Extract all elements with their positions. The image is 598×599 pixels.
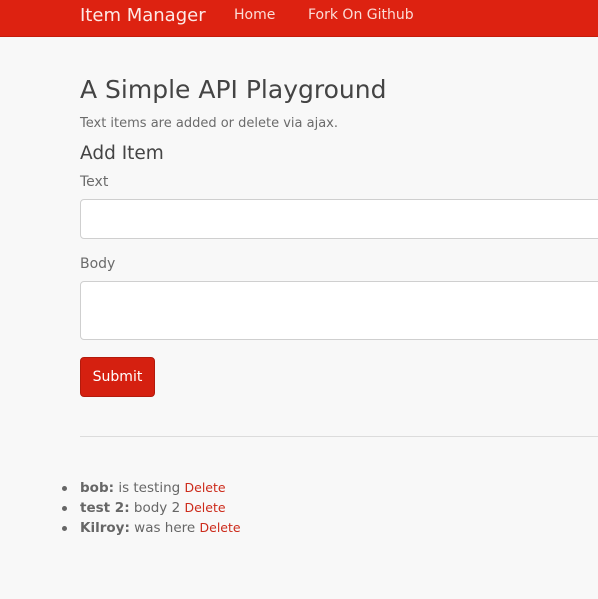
item-list: bob: is testing Delete test 2: body 2 De… xyxy=(62,478,241,538)
list-item: test 2: body 2 Delete xyxy=(62,498,241,518)
top-navbar: Item Manager Home Fork On Github xyxy=(0,0,598,37)
bullet-icon xyxy=(62,506,67,511)
item-name: Kilroy: xyxy=(80,520,130,536)
divider xyxy=(80,436,598,437)
submit-button[interactable]: Submit xyxy=(80,357,155,397)
item-name: bob: xyxy=(80,480,115,496)
item-text: was here xyxy=(134,520,196,536)
item-text: is testing xyxy=(118,480,181,496)
nav-fork-on-github-link[interactable]: Fork On Github xyxy=(308,7,414,23)
item-name: test 2: xyxy=(80,500,130,516)
bullet-icon xyxy=(62,526,67,531)
text-field-label: Text xyxy=(80,174,109,190)
list-item: Kilroy: was here Delete xyxy=(62,518,241,538)
delete-link[interactable]: Delete xyxy=(185,480,226,495)
add-item-heading: Add Item xyxy=(80,143,164,164)
bullet-icon xyxy=(62,486,67,491)
page-title: A Simple API Playground xyxy=(80,75,387,104)
list-item: bob: is testing Delete xyxy=(62,478,241,498)
item-text: body 2 xyxy=(133,500,181,516)
delete-link[interactable]: Delete xyxy=(184,500,225,515)
delete-link[interactable]: Delete xyxy=(200,520,241,535)
nav-home-link[interactable]: Home xyxy=(234,7,275,23)
brand-link[interactable]: Item Manager xyxy=(80,5,206,26)
body-textarea[interactable] xyxy=(80,281,598,340)
body-field-label: Body xyxy=(80,256,116,272)
text-input[interactable] xyxy=(80,199,598,239)
page-subtitle: Text items are added or delete via ajax. xyxy=(80,116,339,131)
